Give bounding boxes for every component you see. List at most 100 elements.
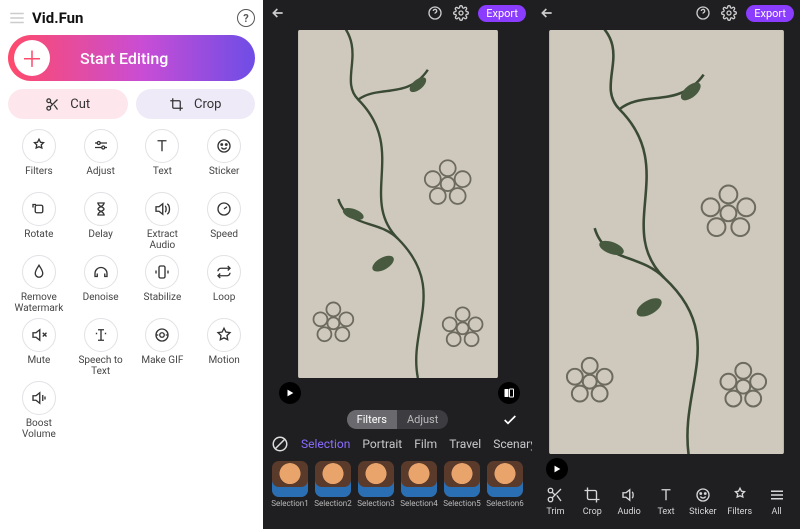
rotate-icon [22, 192, 56, 226]
gear-icon[interactable] [720, 4, 738, 22]
sticker-icon [207, 129, 241, 163]
sticker-icon [694, 486, 712, 504]
tool-label: Mute [27, 355, 50, 377]
filter-category-portrait[interactable]: Portrait [362, 437, 402, 451]
tool-stabilize[interactable]: Stabilize [133, 255, 191, 314]
back-icon[interactable] [538, 4, 556, 22]
compare-button[interactable] [498, 382, 520, 404]
tool-speed[interactable]: Speed [195, 192, 253, 251]
toolbar-crop[interactable]: Crop [575, 486, 610, 517]
tool-rotate[interactable]: Rotate [10, 192, 68, 251]
help-icon[interactable]: ? [237, 9, 255, 27]
filter-thumb-image [315, 461, 351, 497]
adjust-icon [84, 129, 118, 163]
tool-sticker[interactable]: Sticker [195, 129, 253, 188]
brand: Vid.Fun [8, 9, 83, 27]
tool-grid: Filters Adjust Text Sticker Rotate Delay Extra… [8, 129, 255, 440]
preview-image [298, 30, 498, 378]
toolbar-text[interactable]: Text [649, 486, 684, 517]
filter-category-scenary[interactable]: Scenary [493, 437, 532, 451]
tool-label: Text [153, 166, 172, 188]
tool-mute[interactable]: Mute [10, 318, 68, 377]
toolbar-audio[interactable]: Audio [612, 486, 647, 517]
tool-boost-volume[interactable]: Boost Volume [10, 381, 68, 440]
tool-adjust[interactable]: Adjust [72, 129, 130, 188]
tool-label: Motion [208, 355, 239, 377]
tool-motion[interactable]: Motion [195, 318, 253, 377]
tool-extract-audio[interactable]: Extract Audio [133, 192, 191, 251]
speed-icon [207, 192, 241, 226]
play-button[interactable] [546, 458, 568, 480]
filter-thumb-label: Selection6 [486, 499, 523, 508]
filter-category-film[interactable]: Film [414, 437, 437, 451]
tool-remove-watermark[interactable]: Remove Watermark [10, 255, 68, 314]
no-filter-icon[interactable] [271, 435, 289, 453]
filter-thumb-image [401, 461, 437, 497]
cut-label: Cut [70, 97, 90, 112]
crop-label: Crop [194, 97, 221, 112]
toolbar-sticker[interactable]: Sticker [685, 486, 720, 517]
toolbar-label: Text [657, 507, 674, 517]
filter-thumb-label: Selection2 [314, 499, 351, 508]
tool-delay[interactable]: Delay [72, 192, 130, 251]
all-icon [768, 486, 786, 504]
boost-volume-icon [22, 381, 56, 415]
filter-thumb[interactable]: Selection5 [443, 461, 481, 508]
motion-icon [207, 318, 241, 352]
filter-thumb[interactable]: Selection6 [486, 461, 524, 508]
hamburger-icon[interactable] [8, 9, 26, 27]
crop-button[interactable]: Crop [136, 89, 256, 119]
back-icon[interactable] [269, 4, 287, 22]
editor-right: Export TrimCropAudioTextSt [532, 0, 800, 529]
tool-label: Boost Volume [10, 418, 68, 440]
filter-thumb[interactable]: Selection2 [314, 461, 352, 508]
help-icon[interactable] [426, 4, 444, 22]
stabilize-icon [145, 255, 179, 289]
filters-icon [22, 129, 56, 163]
bottom-toolbar: TrimCropAudio Text Sticker FiltersAll [532, 482, 800, 523]
cut-button[interactable]: Cut [8, 89, 128, 119]
preview-area [532, 26, 800, 454]
gear-icon[interactable] [452, 4, 470, 22]
filters-icon [731, 486, 749, 504]
toolbar-label: Sticker [689, 507, 716, 517]
apply-check-icon[interactable] [502, 412, 518, 428]
filter-thumb[interactable]: Selection1 [271, 461, 309, 508]
segment-adjust[interactable]: Adjust [397, 410, 448, 429]
export-button[interactable]: Export [746, 5, 794, 22]
tool-label: Make GIF [141, 355, 183, 377]
video-preview[interactable] [298, 30, 498, 378]
toolbar-filters[interactable]: Filters [722, 486, 757, 517]
filter-thumb[interactable]: Selection3 [357, 461, 395, 508]
filter-category-selection[interactable]: Selection [301, 437, 350, 451]
tool-text[interactable]: Text [133, 129, 191, 188]
text-icon [145, 129, 179, 163]
toolbar-all[interactable]: All [759, 486, 794, 517]
preview-area [263, 26, 532, 378]
cut-crop-row: Cut Crop [8, 89, 255, 119]
video-preview[interactable] [549, 30, 784, 454]
tool-denoise[interactable]: Denoise [72, 255, 130, 314]
filter-category-travel[interactable]: Travel [449, 437, 481, 451]
toolbar-trim[interactable]: Trim [538, 486, 573, 517]
editor-topbar: Export [263, 0, 532, 26]
tool-label: Rotate [24, 229, 53, 251]
tool-filters[interactable]: Filters [10, 129, 68, 188]
play-row [263, 378, 532, 408]
tool-loop[interactable]: Loop [195, 255, 253, 314]
editor-topbar: Export [532, 0, 800, 26]
start-editing-button[interactable]: ＋ Start Editing [8, 35, 255, 81]
tool-make-gif[interactable]: Make GIF [133, 318, 191, 377]
filter-thumb-row: Selection1 Selection2 Selection3Selection4… [263, 457, 532, 514]
tool-speech-to-text[interactable]: Speech to Text [72, 318, 130, 377]
export-button[interactable]: Export [478, 5, 526, 22]
segment-filters[interactable]: Filters [347, 410, 397, 429]
filter-thumb[interactable]: Selection4 [400, 461, 438, 508]
tool-label: Delay [88, 229, 112, 251]
play-button[interactable] [279, 382, 301, 404]
tool-label: Adjust [86, 166, 115, 188]
help-icon[interactable] [694, 4, 712, 22]
delay-icon [84, 192, 118, 226]
mute-icon [22, 318, 56, 352]
tool-label: Extract Audio [133, 229, 191, 251]
